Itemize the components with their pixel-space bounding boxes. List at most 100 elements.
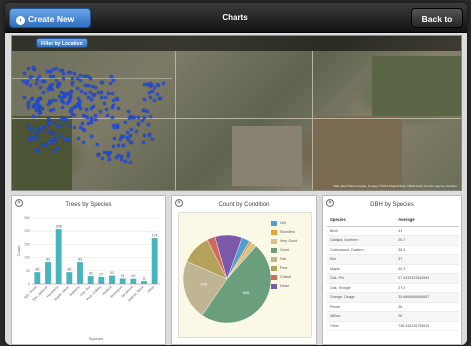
- tree-marker[interactable]: [148, 81, 152, 85]
- tree-marker[interactable]: [25, 80, 29, 84]
- create-new-chart-button[interactable]: ‹Create New Chart: [9, 8, 91, 44]
- tree-marker[interactable]: [112, 145, 116, 149]
- tree-marker[interactable]: [73, 113, 76, 117]
- tree-marker[interactable]: [158, 96, 162, 100]
- tree-marker[interactable]: [34, 81, 38, 85]
- tree-marker[interactable]: [80, 89, 84, 93]
- tree-marker[interactable]: [88, 90, 92, 94]
- tree-marker[interactable]: [35, 77, 39, 81]
- tree-marker[interactable]: [67, 98, 71, 102]
- tree-marker[interactable]: [127, 109, 131, 113]
- tree-marker[interactable]: [102, 150, 106, 154]
- tree-marker[interactable]: [73, 106, 77, 110]
- tree-marker[interactable]: [146, 122, 150, 126]
- tree-marker[interactable]: [132, 115, 136, 119]
- tree-marker[interactable]: [69, 109, 73, 113]
- tree-marker[interactable]: [76, 87, 80, 91]
- tree-marker[interactable]: [121, 134, 125, 138]
- tree-marker[interactable]: [143, 133, 147, 137]
- tree-marker[interactable]: [22, 96, 26, 100]
- tree-marker[interactable]: [106, 114, 110, 118]
- tree-marker[interactable]: [112, 78, 115, 82]
- tree-marker[interactable]: [57, 84, 61, 88]
- tree-marker[interactable]: [155, 93, 159, 97]
- tree-marker[interactable]: [34, 135, 38, 139]
- tree-marker[interactable]: [93, 113, 97, 117]
- tree-marker[interactable]: [27, 105, 31, 109]
- tree-marker[interactable]: [93, 86, 97, 90]
- tree-marker[interactable]: [114, 156, 118, 160]
- tree-marker[interactable]: [87, 83, 91, 87]
- tree-marker[interactable]: [102, 102, 106, 106]
- tree-marker[interactable]: [141, 140, 145, 144]
- tree-marker[interactable]: [89, 77, 92, 81]
- tree-marker[interactable]: [129, 134, 133, 138]
- tree-marker[interactable]: [59, 116, 63, 120]
- tree-marker[interactable]: [112, 137, 116, 141]
- tree-marker[interactable]: [29, 83, 33, 87]
- tree-marker[interactable]: [50, 131, 54, 135]
- tree-marker[interactable]: [89, 121, 93, 125]
- tree-marker[interactable]: [96, 91, 100, 95]
- filter-by-location-button[interactable]: Filter by Location: [36, 38, 88, 48]
- tree-marker[interactable]: [147, 90, 151, 94]
- tree-marker[interactable]: [78, 106, 82, 110]
- tree-marker[interactable]: [107, 92, 111, 96]
- tree-marker[interactable]: [75, 76, 79, 80]
- tree-marker[interactable]: [62, 72, 66, 76]
- back-to-map-button[interactable]: Back to Map: [411, 8, 463, 44]
- tree-marker[interactable]: [54, 99, 58, 103]
- tree-marker[interactable]: [103, 95, 107, 99]
- tree-marker[interactable]: [124, 160, 128, 164]
- tree-marker[interactable]: [59, 98, 63, 102]
- tree-marker[interactable]: [153, 86, 157, 90]
- tree-marker[interactable]: [55, 66, 59, 70]
- tree-marker[interactable]: [151, 89, 155, 93]
- tree-marker[interactable]: [109, 75, 113, 79]
- tree-marker[interactable]: [51, 68, 55, 72]
- tree-marker[interactable]: [52, 107, 56, 111]
- tree-marker[interactable]: [124, 121, 128, 125]
- tree-marker[interactable]: [126, 151, 130, 155]
- tree-marker[interactable]: [46, 103, 50, 107]
- tree-marker[interactable]: [89, 134, 93, 138]
- tree-marker[interactable]: [111, 105, 115, 109]
- tree-marker[interactable]: [145, 109, 149, 113]
- tree-marker[interactable]: [90, 117, 94, 121]
- tree-marker[interactable]: [92, 93, 96, 97]
- tree-marker[interactable]: [114, 96, 118, 100]
- tree-marker[interactable]: [27, 137, 31, 141]
- tree-marker[interactable]: [126, 155, 130, 159]
- tree-marker[interactable]: [111, 99, 115, 102]
- tree-marker[interactable]: [71, 83, 75, 87]
- tree-marker[interactable]: [98, 110, 102, 114]
- tree-marker[interactable]: [129, 141, 133, 145]
- tree-marker[interactable]: [62, 77, 66, 81]
- tree-marker[interactable]: [118, 137, 122, 141]
- tree-marker[interactable]: [140, 118, 144, 122]
- tree-marker[interactable]: [127, 117, 131, 121]
- tree-marker[interactable]: [31, 66, 35, 70]
- tree-marker[interactable]: [148, 133, 152, 137]
- tree-marker[interactable]: [104, 108, 108, 112]
- tree-marker[interactable]: [106, 154, 110, 158]
- tree-marker[interactable]: [119, 158, 123, 162]
- tree-marker[interactable]: [136, 115, 140, 119]
- tree-marker[interactable]: [137, 121, 141, 125]
- tree-marker[interactable]: [100, 156, 104, 160]
- tree-marker[interactable]: [46, 70, 50, 74]
- tree-marker[interactable]: [42, 91, 46, 95]
- tree-marker[interactable]: [82, 128, 86, 132]
- tree-marker[interactable]: [72, 71, 76, 75]
- tree-marker[interactable]: [134, 129, 138, 133]
- tree-marker[interactable]: [129, 127, 133, 131]
- tree-marker[interactable]: [117, 106, 121, 110]
- tree-marker[interactable]: [148, 95, 152, 99]
- tree-marker[interactable]: [38, 111, 42, 115]
- tree-marker[interactable]: [29, 97, 33, 101]
- tree-marker[interactable]: [150, 137, 154, 141]
- tree-marker[interactable]: [115, 123, 119, 127]
- tree-marker[interactable]: [57, 124, 61, 128]
- tree-marker[interactable]: [36, 98, 40, 102]
- tree-marker[interactable]: [116, 143, 120, 147]
